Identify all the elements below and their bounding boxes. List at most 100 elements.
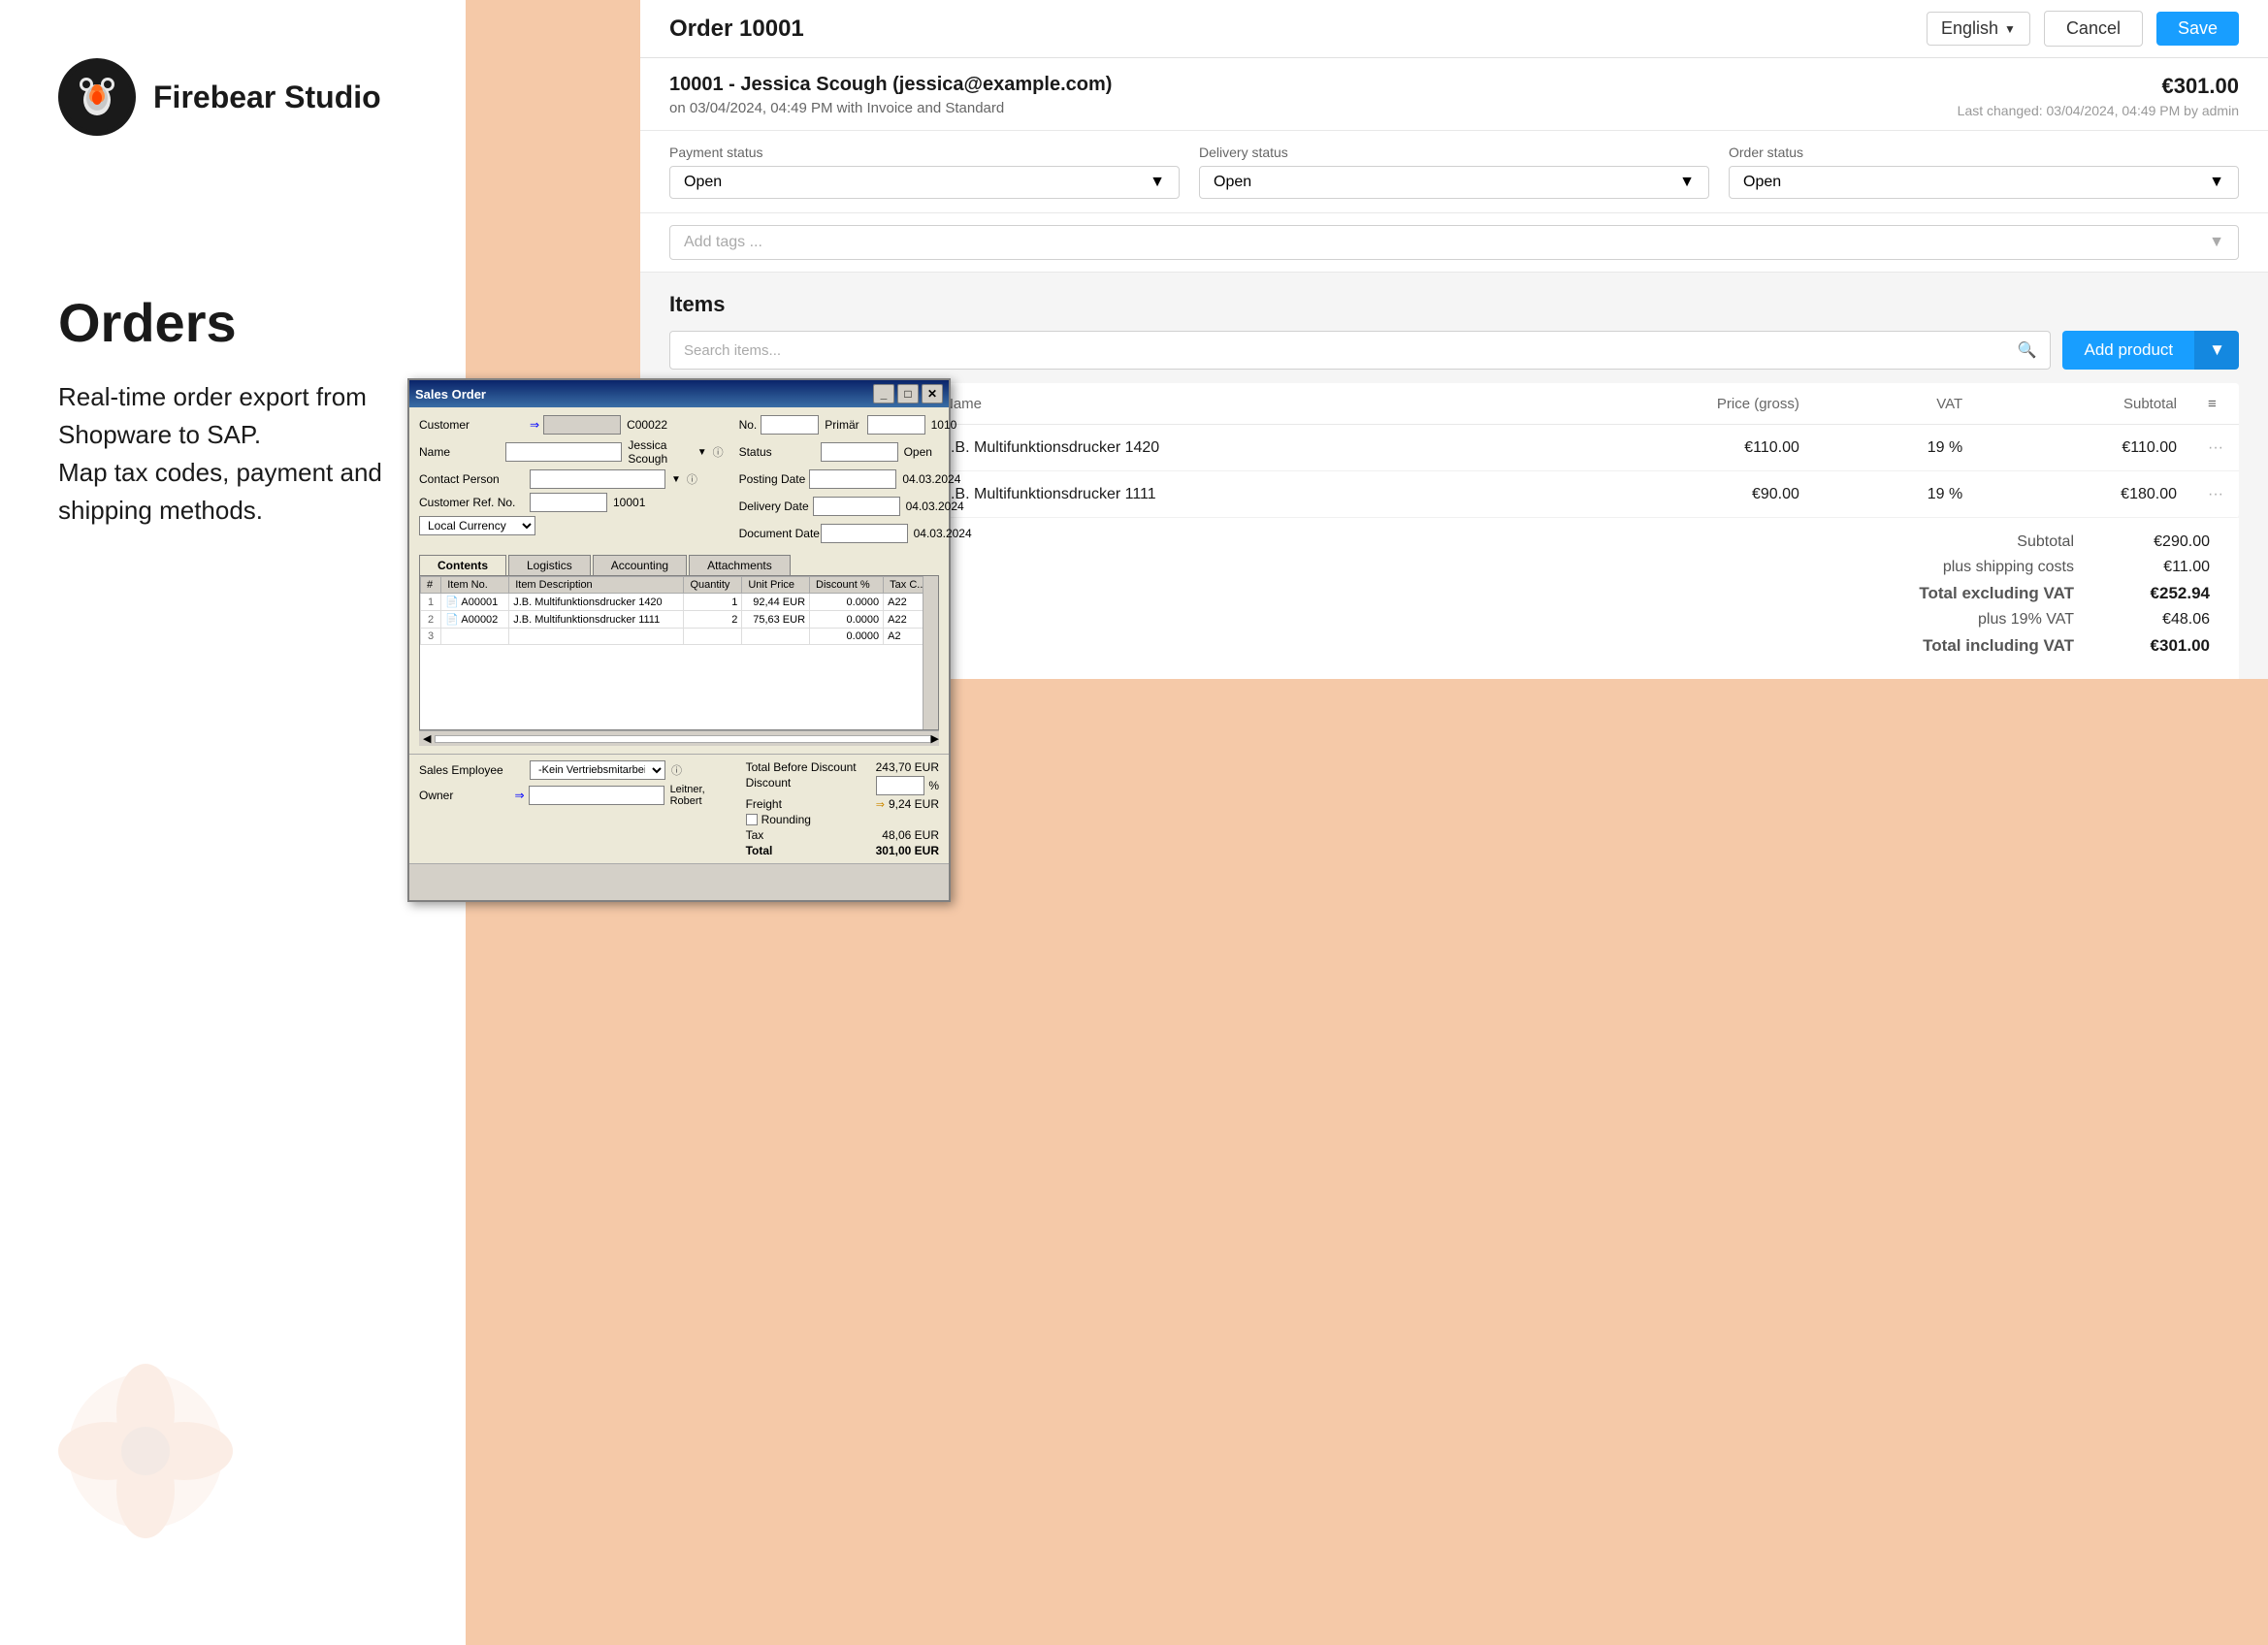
sap-table-header-row: # Item No. Item Description Quantity Uni…	[421, 577, 938, 594]
customer-row: Customer ⇒ C00022	[419, 415, 724, 435]
sap-row-discount: 0.0000	[810, 594, 884, 611]
sap-total-label: Total	[746, 844, 773, 857]
document-date-row: Document Date 04.03.2024	[739, 524, 939, 543]
status-row: Payment status Open ▼ Delivery status Op…	[640, 131, 2268, 213]
chevron-down-icon: ▼	[1150, 174, 1165, 191]
name-input[interactable]	[505, 442, 622, 462]
document-date-input[interactable]	[821, 524, 908, 543]
no-primary-value: Primär	[825, 418, 859, 432]
name-row: Name Jessica Scough ▼ ⓘ	[419, 438, 724, 466]
logo-icon	[58, 58, 136, 136]
sap-col-description: Item Description	[509, 577, 684, 594]
tags-placeholder: Add tags ...	[684, 234, 762, 251]
customer-label: Customer	[419, 418, 526, 432]
shipping-value: €11.00	[2093, 559, 2210, 576]
sap-table-row: 3 0.0000 A2	[421, 629, 938, 645]
cancel-button[interactable]: Cancel	[2044, 11, 2143, 47]
search-items-input[interactable]: Search items... 🔍	[669, 331, 2051, 370]
sap-row-num: 3	[421, 629, 441, 645]
customer-name: 10001 - Jessica Scough (jessica@example.…	[669, 74, 1112, 96]
add-product-button[interactable]: Add product	[2062, 331, 2194, 370]
item-actions[interactable]: ···	[2192, 425, 2239, 471]
currency-select[interactable]: Local Currency	[419, 516, 535, 535]
no-primary-input[interactable]	[761, 415, 819, 435]
customer-input[interactable]	[543, 415, 621, 435]
subtotal-header: Subtotal	[1978, 383, 2192, 425]
sap-window: Sales Order _ □ ✕ Customer ⇒ C00022 Name	[407, 378, 951, 902]
rounding-label: Rounding	[761, 813, 811, 826]
sap-bottom-left: Sales Employee -Kein Vertriebsmitarbeite…	[419, 760, 730, 857]
sap-col-hash: #	[421, 577, 441, 594]
sap-tax-label: Tax	[746, 828, 764, 842]
order-status-label: Order status	[1729, 145, 2239, 160]
no-num-input[interactable]	[867, 415, 925, 435]
tab-logistics[interactable]: Logistics	[508, 555, 591, 575]
price-gross-header: Price (gross)	[1536, 383, 1815, 425]
document-date-value: 04.03.2024	[914, 527, 972, 540]
sap-col-discount: Discount %	[810, 577, 884, 594]
delivery-status-select[interactable]: Open ▼	[1199, 166, 1709, 199]
discount-input[interactable]	[876, 776, 924, 795]
topbar-actions: English ▼ Cancel Save	[1927, 11, 2239, 47]
customer-info-bar: 10001 - Jessica Scough (jessica@example.…	[640, 58, 2268, 131]
minimize-button[interactable]: _	[873, 384, 894, 403]
sap-discount-label: Discount	[746, 776, 792, 795]
no-label: No.	[739, 418, 758, 432]
sap-body: Customer ⇒ C00022 Name Jessica Scough ▼ …	[409, 407, 949, 754]
posting-date-value: 04.03.2024	[902, 472, 960, 486]
close-button[interactable]: ✕	[922, 384, 943, 403]
save-button[interactable]: Save	[2156, 12, 2239, 46]
subtotal-value: €290.00	[2093, 533, 2210, 551]
tab-contents[interactable]: Contents	[419, 555, 506, 575]
sap-totals: Total Before Discount 243,70 EUR Discoun…	[746, 760, 939, 857]
contact-expand-icon: ▼	[671, 474, 681, 485]
page-title: Orders	[58, 291, 237, 354]
items-toolbar: Search items... 🔍 Add product ▼	[669, 331, 2239, 370]
delivery-date-input[interactable]	[813, 497, 900, 516]
sap-scrollbar[interactable]	[923, 576, 938, 729]
contact-input[interactable]	[530, 469, 665, 489]
contact-row: Contact Person ▼ ⓘ	[419, 469, 724, 489]
name-label: Name	[419, 445, 502, 459]
sales-employee-info-icon[interactable]: ⓘ	[671, 762, 682, 778]
items-title: Items	[669, 292, 2239, 317]
sap-horizontal-scrollbar[interactable]: ◀ ▶	[419, 730, 939, 746]
order-status-select[interactable]: Open ▼	[1729, 166, 2239, 199]
maximize-button[interactable]: □	[897, 384, 919, 403]
owner-label: Owner	[419, 789, 511, 802]
item-name: J.B. Multifunktionsdrucker 1111	[927, 471, 1536, 518]
hero-description: Real-time order export from Shopware to …	[58, 378, 407, 530]
tags-input[interactable]: Add tags ... ▼	[669, 225, 2239, 260]
item-name: J.B. Multifunktionsdrucker 1420	[927, 425, 1536, 471]
language-selector[interactable]: English ▼	[1927, 12, 2030, 46]
owner-value: Leitner, Robert	[670, 784, 730, 807]
sap-form-top: Customer ⇒ C00022 Name Jessica Scough ▼ …	[419, 415, 939, 547]
tab-attachments[interactable]: Attachments	[689, 555, 791, 575]
rounding-checkbox[interactable]	[746, 814, 758, 825]
tab-accounting[interactable]: Accounting	[593, 555, 687, 575]
owner-input[interactable]	[529, 786, 664, 805]
status-input[interactable]	[821, 442, 898, 462]
posting-date-input[interactable]	[809, 469, 896, 489]
sap-row-num: 2	[421, 611, 441, 629]
item-actions[interactable]: ···	[2192, 471, 2239, 518]
payment-status-select[interactable]: Open ▼	[669, 166, 1180, 199]
logo-area: Firebear Studio	[58, 58, 381, 136]
customer-ref-input[interactable]	[530, 493, 607, 512]
sap-row-discount: 0.0000	[810, 611, 884, 629]
vat-value: €48.06	[2093, 611, 2210, 629]
customer-arrow-icon: ⇒	[530, 418, 539, 432]
sales-employee-select[interactable]: -Kein Vertriebsmitarbeiter-	[530, 760, 665, 780]
sap-discount-row: Discount %	[746, 776, 939, 795]
add-product-dropdown-button[interactable]: ▼	[2194, 331, 2239, 370]
contact-info-icon[interactable]: ⓘ	[687, 471, 697, 487]
shipping-label: plus shipping costs	[1841, 559, 2093, 576]
sap-items-table: # Item No. Item Description Quantity Uni…	[420, 576, 938, 645]
sap-before-discount-label: Total Before Discount	[746, 760, 857, 774]
sap-col-unit-price: Unit Price	[742, 577, 810, 594]
freight-arrow-icon: ⇒	[876, 798, 885, 811]
info-icon[interactable]: ⓘ	[713, 444, 724, 460]
sap-bottom-section: Sales Employee -Kein Vertriebsmitarbeite…	[409, 754, 949, 863]
subtotal-label: Subtotal	[1841, 533, 2093, 551]
sap-table-body: 1 📄 A00001 J.B. Multifunktionsdrucker 14…	[421, 594, 938, 645]
